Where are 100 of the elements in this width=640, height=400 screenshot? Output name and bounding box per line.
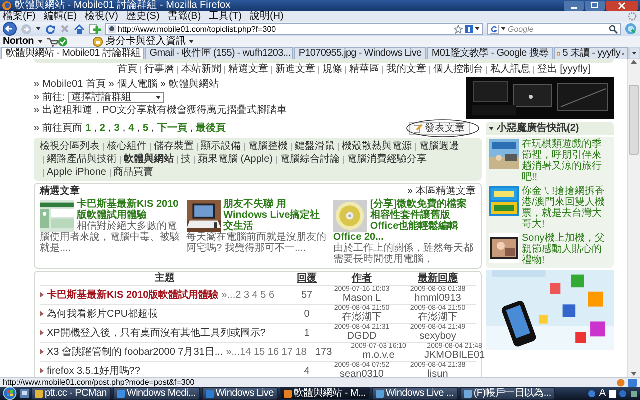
page-link[interactable]: 5	[142, 123, 148, 134]
taskbar-button[interactable]: Windows Live	[202, 387, 278, 400]
network-icon[interactable]	[630, 390, 638, 398]
category-link[interactable]: Apple iPhone	[47, 167, 106, 178]
category-link[interactable]: 檢視分區列表	[40, 141, 100, 152]
menu-item[interactable]: 編輯(E)	[44, 11, 78, 22]
menu-item[interactable]: 工具(T)	[209, 11, 242, 22]
breadcrumb-link[interactable]: Mobile01 首頁	[42, 79, 106, 90]
info-icon[interactable]	[465, 25, 473, 33]
column-header[interactable]: 作者	[324, 273, 400, 284]
ad-link[interactable]: 在玩棋類遊戲的季節裡，呼朋引伴來趟消暑又涼的旅行吧!!	[522, 139, 611, 183]
url-input[interactable]: http://www.mobile01.com/topiclist.php?f=300	[118, 24, 452, 34]
tab[interactable]: P1070955.jpg - Windows Live	[294, 47, 426, 59]
topic-title[interactable]: XP開機登入後，只有桌面沒有其他工具列或圖示?	[47, 328, 266, 338]
ad-link[interactable]: Sony機上加機，父親節感動人貼心的禮物!	[522, 233, 611, 266]
page-link[interactable]: 1	[86, 123, 92, 134]
page-link[interactable]: 2	[100, 123, 106, 134]
category-link[interactable]: 顯示設備	[201, 141, 241, 152]
nav-link[interactable]: 我的文章	[386, 64, 426, 75]
search-engine-icon[interactable]	[490, 24, 499, 34]
author-name[interactable]: DGDD	[347, 332, 377, 342]
tab[interactable]: 5 未讀 - yyyfly	[554, 47, 628, 59]
next-page-link[interactable]: 下一頁	[157, 123, 188, 134]
last-page-link[interactable]: 最後頁	[196, 123, 226, 134]
topic-title[interactable]: firefox 3.5.1好用嗎??	[47, 366, 140, 376]
topic-title[interactable]: 卡巴斯基最新KIS 2010版軟體試用體驗	[47, 290, 219, 300]
nav-link[interactable]: 新進文章	[275, 64, 316, 75]
author-name[interactable]: sean0310	[340, 370, 384, 377]
last-poster[interactable]: JKMOBILE01	[424, 351, 486, 361]
page-links[interactable]: »...2 3 4 5 6	[222, 290, 275, 300]
menu-item[interactable]: 書籤(B)	[168, 11, 202, 22]
tab-list-button[interactable]	[630, 48, 639, 59]
author-name[interactable]: 在澎湖下	[342, 313, 382, 323]
category-link[interactable]: 機殼散熱與電源	[342, 141, 412, 152]
category-link[interactable]: 技	[181, 154, 191, 165]
search-icon[interactable]	[609, 24, 618, 34]
home-button[interactable]	[74, 24, 85, 34]
search-input[interactable]: Google	[508, 24, 607, 34]
page-links[interactable]: »...14 15 16 17 18	[226, 346, 307, 358]
menu-item[interactable]: 說明(H)	[250, 11, 284, 22]
nav-link[interactable]: 首頁	[117, 64, 138, 75]
post-button[interactable]: 發表文章	[409, 122, 470, 135]
category-link[interactable]: 核心組件	[107, 141, 147, 152]
category-link[interactable]: 電腦整機	[248, 141, 288, 152]
menu-item[interactable]: 檢視(V)	[85, 11, 118, 22]
scrollbar-thumb[interactable]	[629, 85, 639, 155]
category-link[interactable]: 軟體與網站	[124, 154, 174, 165]
taskbar-button[interactable]: (F)帳戶一日以為...	[460, 387, 556, 400]
category-link[interactable]: 鍵盤滑鼠	[295, 141, 335, 152]
nav-link[interactable]: 精選文章	[228, 64, 268, 75]
ad-link[interactable]: 你金ㄟ!搶搶網拆香港/澳門來回雙人機票，就是去台灣大哥大!	[522, 186, 611, 230]
bookmark-star-icon[interactable]	[454, 24, 463, 34]
taskbar-button[interactable]: ptt.cc - PCMan	[31, 387, 111, 400]
breadcrumb-link[interactable]: 軟體與網站	[169, 79, 220, 90]
back-button[interactable]	[3, 22, 17, 36]
tab-close-icon[interactable]	[622, 50, 626, 56]
last-poster[interactable]: hmml0913	[414, 294, 462, 304]
column-header[interactable]: 回覆	[290, 273, 324, 284]
tab[interactable]: 軟體與網站 - Mobile01 討論群組	[1, 47, 144, 59]
nav-link[interactable]: 個人控制台	[433, 64, 484, 75]
search-field[interactable]: Google	[487, 23, 621, 35]
taskbar-button[interactable]: Windows Medi...	[112, 387, 200, 400]
topic-title[interactable]: 為何我看影片CPU都超載	[47, 308, 158, 320]
menu-item[interactable]: 檔案(F)	[3, 11, 36, 22]
url-field[interactable]: http://www.mobile01.com/topiclist.php?f=300	[105, 23, 483, 35]
category-link[interactable]: 網路產品與技術	[47, 154, 117, 165]
category-link[interactable]: 電腦綜合討論	[280, 154, 340, 165]
nav-link[interactable]: 私人訊息	[490, 64, 530, 75]
add-bookmark-button[interactable]	[89, 23, 101, 35]
start-button[interactable]	[2, 387, 18, 400]
show-desktop-icon[interactable]	[20, 389, 29, 398]
last-poster[interactable]: lisun	[428, 370, 448, 377]
page-link[interactable]: 4	[128, 123, 134, 134]
addon-status-icon[interactable]	[628, 378, 637, 386]
author-name[interactable]: Mason L	[342, 294, 382, 304]
category-link[interactable]: 蘋果電腦 (Apple)	[198, 154, 274, 165]
more-link[interactable]: 本區精選文章	[416, 186, 476, 197]
nav-link[interactable]: 精華區	[349, 64, 380, 75]
addon-icon[interactable]	[625, 23, 637, 35]
category-link[interactable]: 電腦消費經驗分享	[347, 154, 428, 165]
minimize-button[interactable]	[564, 0, 584, 10]
article-title[interactable]: 卡巴斯基最新KIS 2010 版軟體試用體驗	[40, 199, 183, 221]
article-title[interactable]: [分享]微軟免費的檔案相容性套件讓舊版Office也能輕鬆編輯Office 20...	[333, 199, 476, 243]
close-button[interactable]	[606, 0, 638, 10]
breadcrumb-link[interactable]: 個人電腦	[117, 79, 158, 90]
last-poster[interactable]: 在澎湖下	[418, 313, 458, 323]
nav-link[interactable]: 規條	[322, 64, 342, 75]
category-link[interactable]: 商品買賣	[114, 167, 154, 178]
nav-link[interactable]: 登出 [yyyfly]	[537, 64, 591, 75]
article-title[interactable]: 朋友不失聯 用Windows Live搞定社交生活	[186, 199, 330, 232]
taskbar-button[interactable]: 軟體與網站 - M...	[280, 387, 370, 400]
menu-item[interactable]: 歷史(S)	[126, 11, 160, 22]
language-indicator[interactable]: A	[599, 388, 606, 399]
nav-link[interactable]: 行事曆	[144, 64, 174, 75]
forum-select[interactable]: 選擇討論群組	[68, 92, 164, 103]
page-link[interactable]: 3	[114, 123, 120, 134]
author-name[interactable]: m.o.v.e	[362, 351, 395, 361]
identity-button[interactable]: 身分卡與登入資訊	[92, 36, 194, 47]
maximize-button[interactable]	[585, 0, 605, 10]
taskbar-button[interactable]: Windows Live ...	[372, 387, 458, 400]
